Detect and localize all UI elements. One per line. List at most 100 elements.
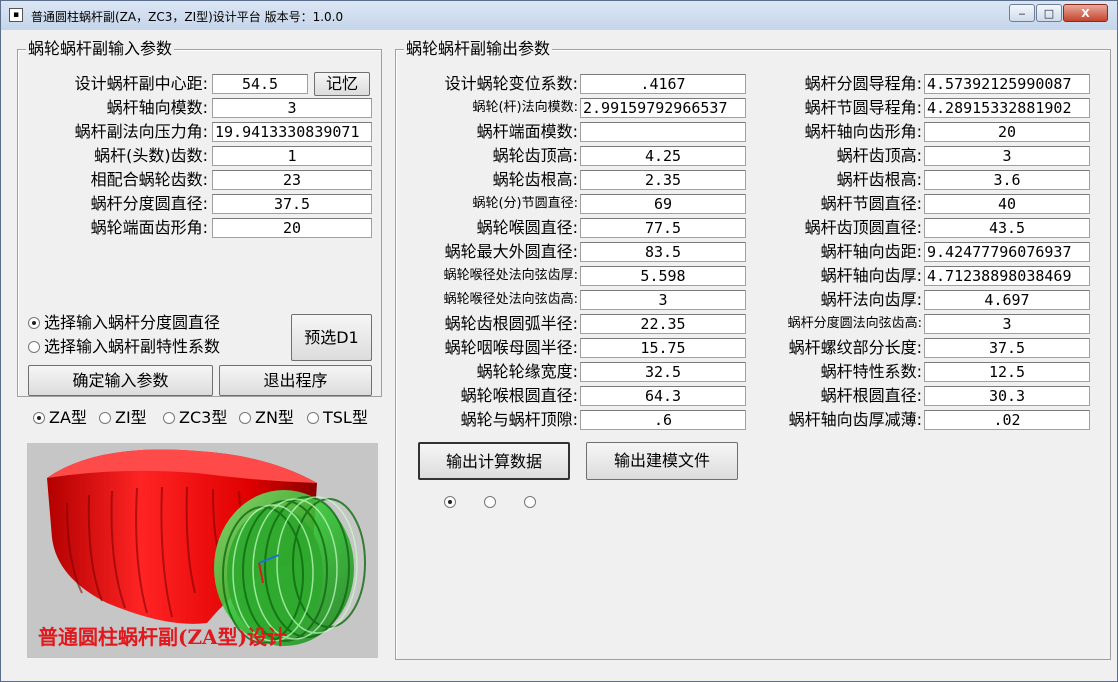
title-bar[interactable]: ▪ 普通圆柱蜗杆副(ZA，ZC3，ZI型)设计平台 版本号：1.0.0 ‒ □ … bbox=[1, 1, 1117, 30]
type-radio-1[interactable]: ZI型 bbox=[99, 408, 147, 428]
exit-program-button[interactable]: 退出程序 bbox=[219, 365, 372, 396]
radio-input-coefficient[interactable]: 选择输入蜗杆副特性系数 bbox=[28, 337, 220, 357]
minimize-button[interactable]: ‒ bbox=[1009, 4, 1035, 22]
input-row-6-label: 蜗轮端面齿形角: bbox=[90, 218, 208, 237]
output-left-row-2-label: 蜗杆端面模数: bbox=[476, 122, 578, 141]
output-left-row-1-label: 蜗轮(杆)法向模数: bbox=[472, 100, 578, 115]
radio-dot[interactable] bbox=[33, 411, 45, 424]
output-panel-title: 蜗轮蜗杆副输出参数 bbox=[404, 39, 553, 59]
input-row-4-field[interactable]: 23 bbox=[212, 170, 372, 190]
output-right-row-3-field[interactable]: 3 bbox=[924, 146, 1090, 166]
radio-dot[interactable] bbox=[28, 340, 40, 353]
output-right-row-13-label: 蜗杆根圆直径: bbox=[820, 386, 922, 405]
output-right-row-0-field[interactable]: 4.57392125990087 bbox=[924, 74, 1090, 94]
output-left-row-5-label: 蜗轮(分)节圆直径: bbox=[472, 196, 578, 211]
output-right-row-1-label: 蜗杆节圆导程角: bbox=[804, 98, 922, 117]
output-right-row-14-field[interactable]: .02 bbox=[924, 410, 1090, 430]
model-preview: 普通圆柱蜗杆副(ZA型)设计 bbox=[27, 443, 378, 658]
input-row-1-field[interactable]: 3 bbox=[212, 98, 372, 118]
radio-dot[interactable] bbox=[28, 316, 40, 329]
output-right-row-2-label: 蜗杆轴向齿形角: bbox=[804, 122, 922, 141]
memory-button[interactable]: 记忆 bbox=[314, 72, 370, 96]
input-row-4-label: 相配合蜗轮齿数: bbox=[90, 170, 208, 189]
output-option-radio-0[interactable] bbox=[444, 496, 456, 508]
radio-dot[interactable] bbox=[99, 411, 111, 424]
output-left-row-12-field[interactable]: 32.5 bbox=[580, 362, 746, 382]
output-left-row-10-field[interactable]: 22.35 bbox=[580, 314, 746, 334]
output-parameters-panel: 蜗轮蜗杆副输出参数 设计蜗轮变位系数: .4167 蜗轮(杆)法向模数: 2.9915… bbox=[395, 39, 1111, 660]
output-left-row-0-field[interactable]: .4167 bbox=[580, 74, 746, 94]
output-right-row-8-label: 蜗杆轴向齿厚: bbox=[820, 266, 922, 285]
type-radio-4[interactable]: TSL型 bbox=[307, 408, 368, 428]
maximize-button[interactable]: □ bbox=[1036, 4, 1062, 22]
output-left-row-8-label: 蜗轮喉径处法向弦齿厚: bbox=[443, 268, 578, 283]
output-right-row-4-field[interactable]: 3.6 bbox=[924, 170, 1090, 190]
output-right-row-5-label: 蜗杆节圆直径: bbox=[820, 194, 922, 213]
output-left-row-3-field[interactable]: 4.25 bbox=[580, 146, 746, 166]
preselect-d1-button[interactable]: 预选D1 bbox=[291, 314, 372, 361]
input-row-2-label: 蜗杆副法向压力角: bbox=[74, 122, 208, 141]
output-right-row-0-label: 蜗杆分圆导程角: bbox=[804, 74, 922, 93]
type-radio-0[interactable]: ZA型 bbox=[33, 408, 87, 428]
output-left-row-6-label: 蜗轮喉圆直径: bbox=[476, 218, 578, 237]
output-right-row-9-field[interactable]: 4.697 bbox=[924, 290, 1090, 310]
input-row-1-label: 蜗杆轴向模数: bbox=[106, 98, 208, 117]
output-right-row-1-field[interactable]: 4.28915332881902 bbox=[924, 98, 1090, 118]
close-button[interactable]: X bbox=[1063, 4, 1108, 22]
output-right-row-2-field[interactable]: 20 bbox=[924, 122, 1090, 142]
output-option-radio-2[interactable] bbox=[524, 496, 536, 508]
export-calculation-data-button[interactable]: 输出计算数据 bbox=[418, 442, 570, 480]
radio-dot[interactable] bbox=[163, 411, 175, 424]
output-left-row-13-label: 蜗轮喉根圆直径: bbox=[460, 386, 578, 405]
input-row-6-field[interactable]: 20 bbox=[212, 218, 372, 238]
output-left-row-6-field[interactable]: 77.5 bbox=[580, 218, 746, 238]
input-row-5-label: 蜗杆分度圆直径: bbox=[90, 194, 208, 213]
input-row-0-label: 设计蜗杆副中心距: bbox=[74, 74, 208, 93]
input-panel-title: 蜗轮蜗杆副输入参数 bbox=[26, 39, 175, 59]
output-right-row-13-field[interactable]: 30.3 bbox=[924, 386, 1090, 406]
output-right-row-4-label: 蜗杆齿根高: bbox=[836, 170, 922, 189]
output-left-row-4-field[interactable]: 2.35 bbox=[580, 170, 746, 190]
type-radio-3[interactable]: ZN型 bbox=[239, 408, 294, 428]
output-left-row-0-label: 设计蜗轮变位系数: bbox=[444, 74, 578, 93]
output-left-row-7-field[interactable]: 83.5 bbox=[580, 242, 746, 262]
confirm-input-button[interactable]: 确定输入参数 bbox=[28, 365, 213, 396]
output-right-row-10-field[interactable]: 3 bbox=[924, 314, 1090, 334]
radio-dot[interactable] bbox=[239, 411, 251, 424]
output-left-row-13-field[interactable]: 64.3 bbox=[580, 386, 746, 406]
type-radio-2[interactable]: ZC3型 bbox=[163, 408, 227, 428]
output-left-row-14-field[interactable]: .6 bbox=[580, 410, 746, 430]
output-left-row-2-field[interactable] bbox=[580, 122, 746, 142]
app-window: ▪ 普通圆柱蜗杆副(ZA，ZC3，ZI型)设计平台 版本号：1.0.0 ‒ □ … bbox=[0, 0, 1118, 682]
output-left-row-11-label: 蜗轮咽喉母圆半径: bbox=[444, 338, 578, 357]
radio-dot[interactable] bbox=[307, 411, 319, 424]
output-left-row-9-label: 蜗轮喉径处法向弦齿高: bbox=[443, 292, 578, 307]
output-left-row-12-label: 蜗轮轮缘宽度: bbox=[476, 362, 578, 381]
output-left-row-4-label: 蜗轮齿根高: bbox=[492, 170, 578, 189]
radio-input-diameter[interactable]: 选择输入蜗杆分度圆直径 bbox=[28, 313, 220, 333]
output-right-row-11-field[interactable]: 37.5 bbox=[924, 338, 1090, 358]
input-row-2-field[interactable]: 19.9413330839071 bbox=[212, 122, 372, 142]
radio-input-coefficient-label: 选择输入蜗杆副特性系数 bbox=[44, 337, 221, 356]
output-left-row-1-field[interactable]: 2.99159792966537 bbox=[580, 98, 746, 118]
output-right-row-14-label: 蜗杆轴向齿厚减薄: bbox=[788, 410, 922, 429]
window-app-icon[interactable]: ▪ bbox=[9, 8, 23, 22]
output-left-row-5-field[interactable]: 69 bbox=[580, 194, 746, 214]
export-model-file-button[interactable]: 输出建模文件 bbox=[586, 442, 738, 480]
output-left-row-9-field[interactable]: 3 bbox=[580, 290, 746, 310]
output-left-row-8-field[interactable]: 5.598 bbox=[580, 266, 746, 286]
output-right-row-12-field[interactable]: 12.5 bbox=[924, 362, 1090, 382]
input-row-5-field[interactable]: 37.5 bbox=[212, 194, 372, 214]
input-row-0-field[interactable]: 54.5 bbox=[212, 74, 308, 94]
input-parameters-panel: 蜗轮蜗杆副输入参数 设计蜗杆副中心距: 54.5 蜗杆轴向模数: 3 蜗杆副法向压力角:… bbox=[17, 39, 382, 397]
output-left-row-11-field[interactable]: 15.75 bbox=[580, 338, 746, 358]
output-right-row-6-field[interactable]: 43.5 bbox=[924, 218, 1090, 238]
input-row-3-field[interactable]: 1 bbox=[212, 146, 372, 166]
output-right-row-11-label: 蜗杆螺纹部分长度: bbox=[788, 338, 922, 357]
output-right-row-7-field[interactable]: 9.42477796076937 bbox=[924, 242, 1090, 262]
output-option-radio-1[interactable] bbox=[484, 496, 496, 508]
radio-input-diameter-label: 选择输入蜗杆分度圆直径 bbox=[44, 313, 221, 332]
output-right-row-5-field[interactable]: 40 bbox=[924, 194, 1090, 214]
output-right-row-8-field[interactable]: 4.71238898038469 bbox=[924, 266, 1090, 286]
input-row-3-label: 蜗杆(头数)齿数: bbox=[94, 146, 208, 165]
